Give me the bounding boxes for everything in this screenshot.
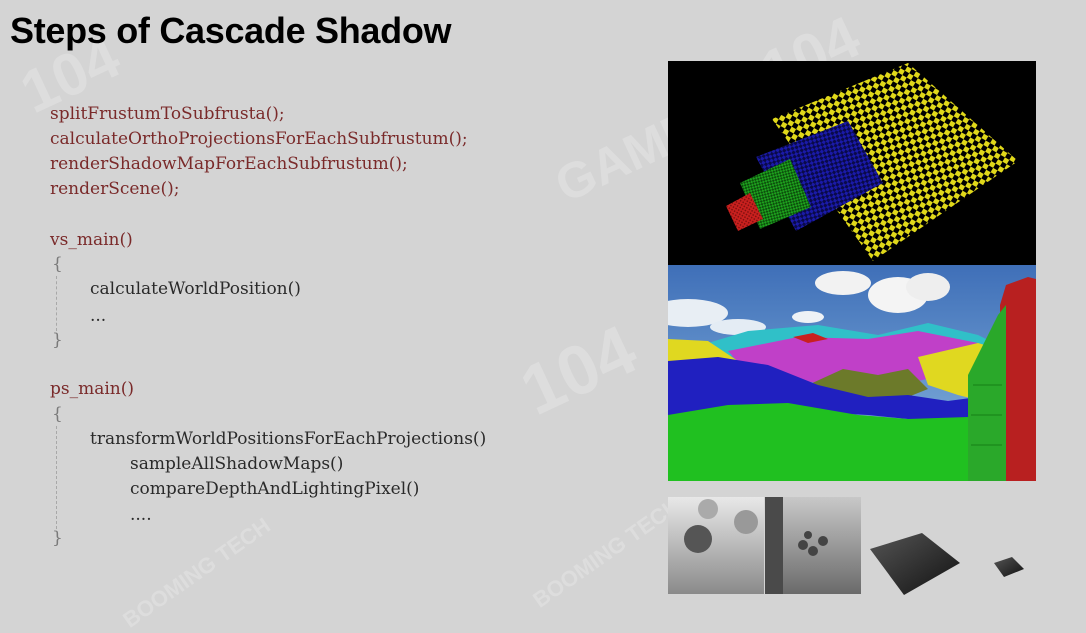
cloud	[906, 273, 950, 301]
code-line: calculateOrthoProjectionsForEachSubfrust…	[50, 129, 468, 149]
watermark-booming: BOOMING TECH	[528, 492, 685, 613]
tile-small	[994, 557, 1024, 577]
shadow-map-textures	[668, 497, 861, 594]
code-line: ps_main()	[50, 379, 135, 399]
code-brace: {	[52, 254, 63, 274]
code-line: calculateWorldPosition()	[90, 279, 301, 299]
code-brace: }	[52, 528, 63, 548]
watermark-104: 104	[508, 309, 648, 431]
tile-large	[870, 533, 960, 595]
code-line: ....	[130, 505, 152, 525]
watermark-booming: BOOMING TECH	[118, 512, 275, 633]
code-line: renderScene();	[50, 179, 180, 199]
cloud	[815, 271, 871, 295]
shadow-map-tiles	[862, 497, 1052, 607]
code-brace: }	[52, 330, 63, 350]
code-line: ...	[90, 306, 107, 326]
slide-title: Steps of Cascade Shadow	[10, 10, 452, 51]
code-line: vs_main()	[50, 230, 133, 250]
code-line: renderShadowMapForEachSubfrustum();	[50, 154, 408, 174]
code-line: splitFrustumToSubfrusta();	[50, 104, 285, 124]
indent-guide	[56, 276, 57, 331]
cascade-checker-image	[668, 61, 1036, 265]
cascade-terrain-image	[668, 265, 1036, 481]
code-brace: {	[52, 404, 63, 424]
indent-guide	[56, 426, 57, 529]
code-line: transformWorldPositionsForEachProjection…	[90, 429, 487, 449]
code-line: sampleAllShadowMaps()	[130, 454, 344, 474]
code-line: compareDepthAndLightingPixel()	[130, 479, 420, 499]
cloud	[792, 311, 824, 323]
